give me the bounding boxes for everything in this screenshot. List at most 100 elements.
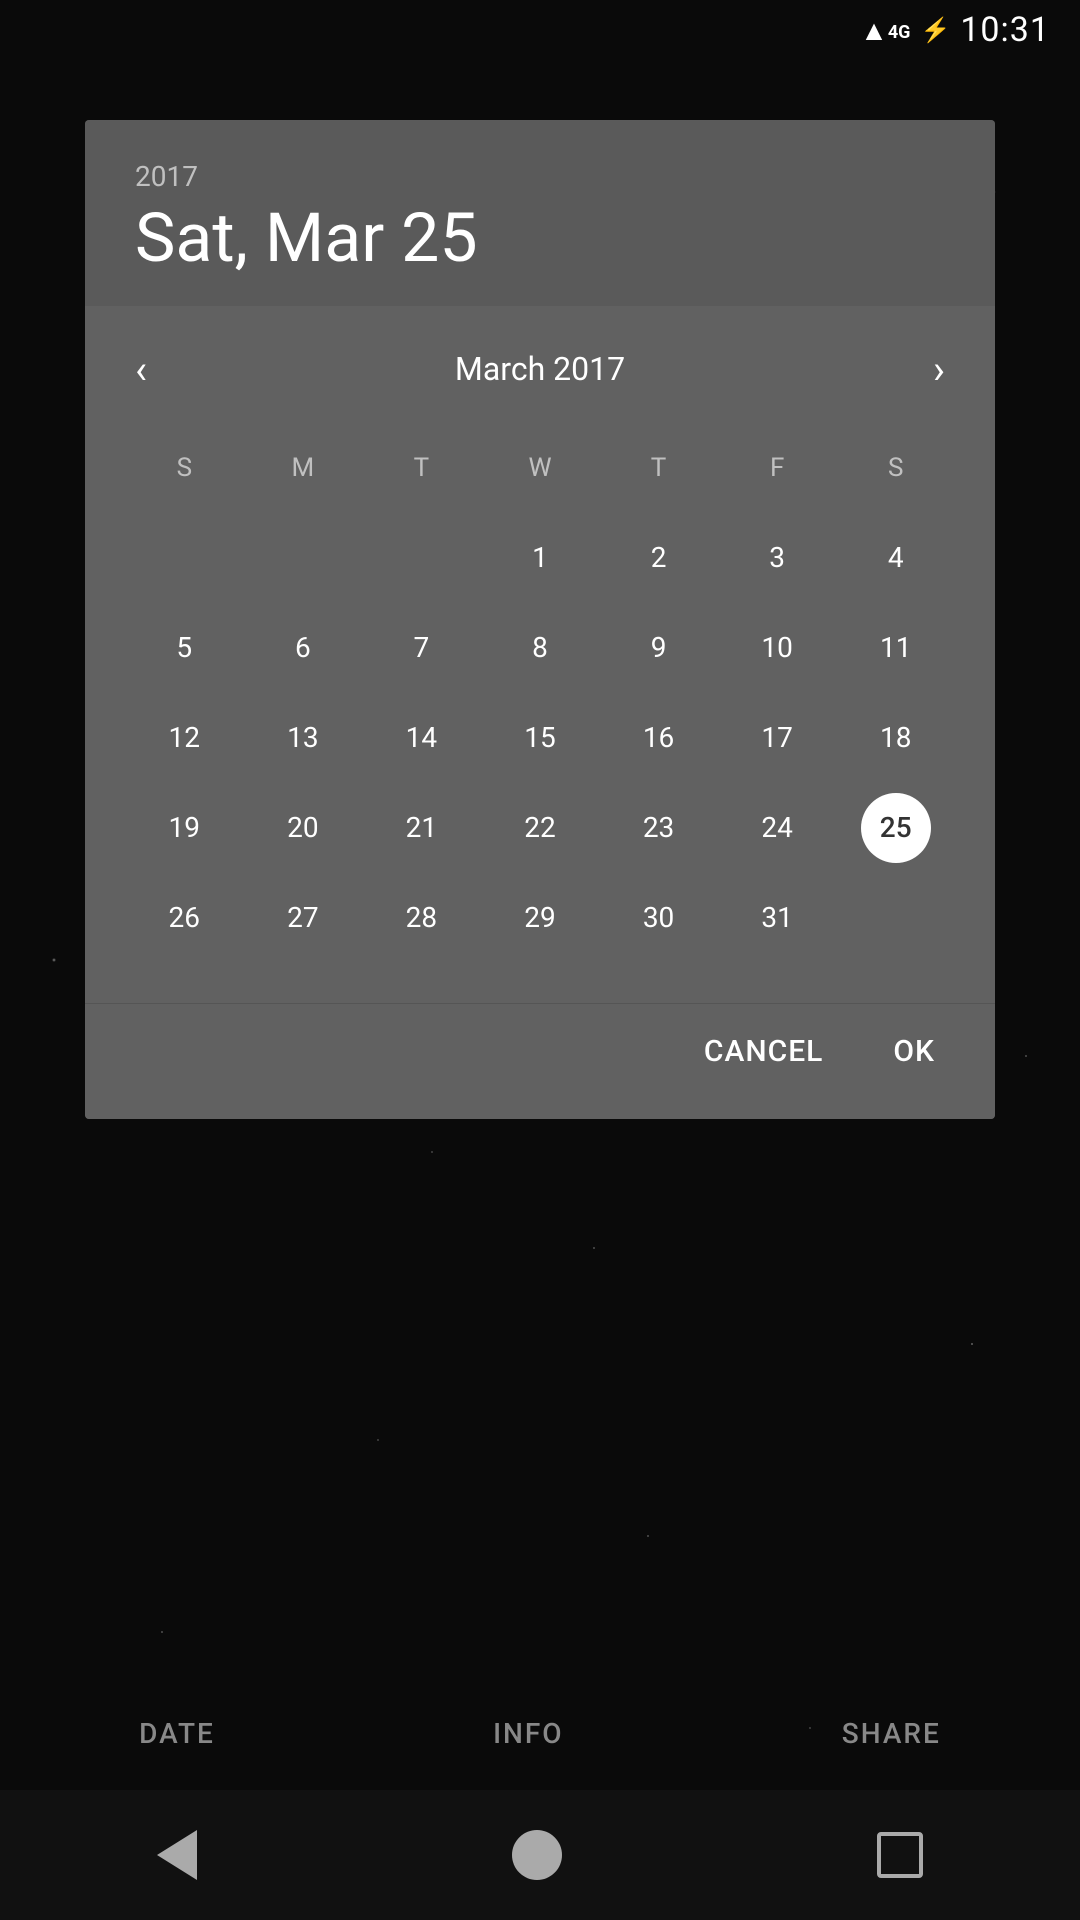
calendar-cell-28[interactable]: 28 [362, 873, 481, 963]
day-header-sun: S [125, 443, 244, 493]
calendar-cell-25[interactable]: 25 [836, 783, 955, 873]
calendar-cell-22[interactable]: 22 [481, 783, 600, 873]
calendar-cell-13[interactable]: 13 [244, 693, 363, 783]
prev-month-button[interactable]: ‹ [125, 336, 157, 403]
ok-button[interactable]: OK [883, 1024, 945, 1079]
calendar-day-11[interactable]: 11 [861, 613, 931, 683]
time-display: 10:31 [960, 10, 1050, 50]
recents-icon [877, 1832, 923, 1878]
calendar-day-6[interactable]: 6 [268, 613, 338, 683]
calendar-day-12[interactable]: 12 [149, 703, 219, 773]
calendar-cell-15[interactable]: 15 [481, 693, 600, 783]
calendar-day-26[interactable]: 26 [149, 883, 219, 953]
calendar-day-22[interactable]: 22 [505, 793, 575, 863]
calendar-cell-2[interactable]: 2 [599, 513, 718, 603]
calendar-day-7[interactable]: 7 [386, 613, 456, 683]
calendar-cell-17[interactable]: 17 [718, 693, 837, 783]
calendar-day-23[interactable]: 23 [624, 793, 694, 863]
calendar-cell-14[interactable]: 14 [362, 693, 481, 783]
calendar-cell-9[interactable]: 9 [599, 603, 718, 693]
date-picker-dialog: 2017 Sat, Mar 25 ‹ March 2017 › S M T W … [85, 120, 995, 1119]
day-header-tue: T [362, 443, 481, 493]
calendar-cell-21[interactable]: 21 [362, 783, 481, 873]
calendar-day-9[interactable]: 9 [624, 613, 694, 683]
tab-date[interactable]: DATE [119, 1707, 235, 1760]
calendar-day-5[interactable]: 5 [149, 613, 219, 683]
calendar-day-30[interactable]: 30 [624, 883, 694, 953]
calendar-cell-30[interactable]: 30 [599, 873, 718, 963]
calendar-day-20[interactable]: 20 [268, 793, 338, 863]
cancel-button[interactable]: CANCEL [694, 1024, 834, 1079]
calendar-day-28[interactable]: 28 [386, 883, 456, 953]
dialog-actions: CANCEL OK [85, 1003, 995, 1119]
navigation-bar [0, 1790, 1080, 1920]
calendar-cell-10[interactable]: 10 [718, 603, 837, 693]
calendar-cell-11[interactable]: 11 [836, 603, 955, 693]
calendar-cell-27[interactable]: 27 [244, 873, 363, 963]
calendar-day-1[interactable]: 1 [505, 523, 575, 593]
calendar-cell-7[interactable]: 7 [362, 603, 481, 693]
calendar-day-14[interactable]: 14 [386, 703, 456, 773]
calendar-cell-29[interactable]: 29 [481, 873, 600, 963]
year-label: 2017 [135, 160, 945, 193]
status-icons: ▲4G ⚡ 10:31 [860, 10, 1050, 50]
home-button[interactable] [512, 1830, 562, 1880]
calendar-day-16[interactable]: 16 [624, 703, 694, 773]
calendar-cell-8[interactable]: 8 [481, 603, 600, 693]
calendar-day-27[interactable]: 27 [268, 883, 338, 953]
calendar-body: ‹ March 2017 › S M T W T F S 1 2 3 4 5 6 [85, 306, 995, 1003]
calendar-day-10[interactable]: 10 [742, 613, 812, 683]
back-button[interactable] [157, 1830, 197, 1880]
calendar-day-8[interactable]: 8 [505, 613, 575, 683]
calendar-day-4[interactable]: 4 [861, 523, 931, 593]
tab-info[interactable]: INFO [473, 1707, 584, 1760]
day-header-wed: W [481, 443, 600, 493]
calendar-day-24[interactable]: 24 [742, 793, 812, 863]
calendar-cell-24[interactable]: 24 [718, 783, 837, 873]
recents-button[interactable] [877, 1832, 923, 1878]
calendar-day-13[interactable]: 13 [268, 703, 338, 773]
calendar-cell-empty [125, 513, 244, 603]
day-header-sat: S [836, 443, 955, 493]
calendar-cell-empty [362, 513, 481, 603]
calendar-cell-empty-end [836, 873, 955, 963]
calendar-cell-19[interactable]: 19 [125, 783, 244, 873]
calendar-day-21[interactable]: 21 [386, 793, 456, 863]
month-year-label: March 2017 [455, 350, 625, 388]
calendar-grid: 1 2 3 4 5 6 7 8 9 10 11 12 13 14 15 16 1… [125, 513, 955, 963]
calendar-cell-empty [244, 513, 363, 603]
calendar-cell-6[interactable]: 6 [244, 603, 363, 693]
dialog-header: 2017 Sat, Mar 25 [85, 120, 995, 306]
calendar-day-19[interactable]: 19 [149, 793, 219, 863]
next-month-button[interactable]: › [923, 336, 955, 403]
calendar-day-18[interactable]: 18 [861, 703, 931, 773]
day-header-mon: M [244, 443, 363, 493]
calendar-day-2[interactable]: 2 [624, 523, 694, 593]
calendar-cell-20[interactable]: 20 [244, 783, 363, 873]
calendar-cell-31[interactable]: 31 [718, 873, 837, 963]
day-headers: S M T W T F S [125, 443, 955, 493]
calendar-cell-16[interactable]: 16 [599, 693, 718, 783]
calendar-day-3[interactable]: 3 [742, 523, 812, 593]
selected-date-label: Sat, Mar 25 [135, 201, 945, 276]
day-header-fri: F [718, 443, 837, 493]
calendar-day-29[interactable]: 29 [505, 883, 575, 953]
calendar-cell-5[interactable]: 5 [125, 603, 244, 693]
bottom-tab-bar: DATE INFO SHARE [0, 1687, 1080, 1780]
calendar-cell-4[interactable]: 4 [836, 513, 955, 603]
home-icon [512, 1830, 562, 1880]
calendar-cell-26[interactable]: 26 [125, 873, 244, 963]
battery-icon: ⚡ [920, 16, 950, 44]
calendar-cell-3[interactable]: 3 [718, 513, 837, 603]
tab-share[interactable]: SHARE [822, 1707, 961, 1760]
calendar-cell-1[interactable]: 1 [481, 513, 600, 603]
calendar-day-15[interactable]: 15 [505, 703, 575, 773]
calendar-cell-23[interactable]: 23 [599, 783, 718, 873]
calendar-day-31[interactable]: 31 [742, 883, 812, 953]
calendar-day-25[interactable]: 25 [861, 793, 931, 863]
calendar-cell-12[interactable]: 12 [125, 693, 244, 783]
calendar-cell-18[interactable]: 18 [836, 693, 955, 783]
calendar-day-17[interactable]: 17 [742, 703, 812, 773]
day-header-thu: T [599, 443, 718, 493]
status-bar: ▲4G ⚡ 10:31 [0, 0, 1080, 60]
